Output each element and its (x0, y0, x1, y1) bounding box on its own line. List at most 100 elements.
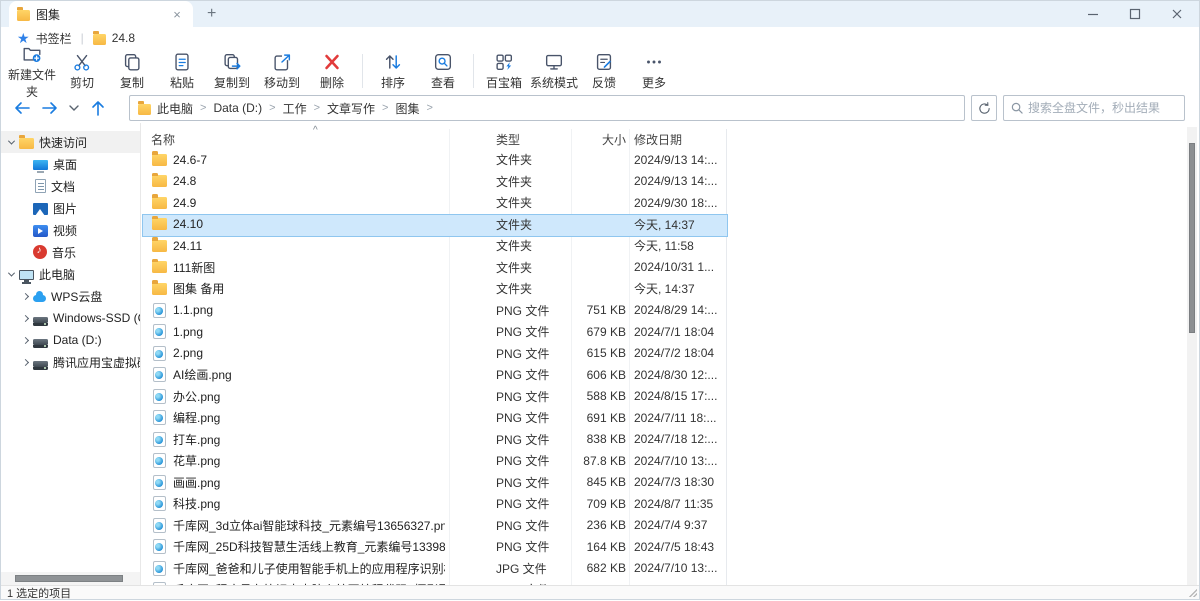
file-size: 236 KB (571, 518, 626, 532)
tab-bar: 图集 × + (1, 1, 1199, 27)
file-date: 2024/7/5 18:43 (634, 540, 714, 554)
breadcrumb-separator-icon: > (314, 102, 320, 114)
image-file-icon (151, 367, 167, 383)
chevron-down-icon[interactable] (8, 269, 15, 276)
column-header-date[interactable]: 修改日期 (634, 131, 682, 148)
sidebar-scrollbar-thumb[interactable] (15, 575, 123, 582)
cut-icon (71, 51, 93, 73)
breadcrumb[interactable]: 此电脑>Data (D:)>工作>文章写作>图集> (129, 95, 965, 121)
sort-ascending-icon[interactable]: ^ (313, 125, 318, 136)
toolbar-button-copy[interactable]: 复制 (107, 50, 157, 92)
toolbar-button-label: 查看 (431, 74, 455, 91)
sidebar-item-文档[interactable]: 文档 (1, 175, 140, 197)
toolbar-button-system-mode[interactable]: 系统模式 (529, 50, 579, 92)
maximize-button[interactable] (1121, 3, 1149, 25)
file-list-vertical-scrollbar[interactable] (1187, 127, 1197, 585)
file-row[interactable]: 办公.pngPNG 文件588 KB2024/8/15 17:... (141, 386, 1199, 408)
toolbar-button-more[interactable]: 更多 (629, 50, 679, 92)
file-row[interactable]: 1.pngPNG 文件679 KB2024/7/1 18:04 (141, 321, 1199, 343)
file-row[interactable]: 24.9文件夹2024/9/30 18:... (141, 192, 1199, 214)
minimize-button[interactable] (1079, 3, 1107, 25)
toolbar-button-toolbox[interactable]: 百宝箱 (479, 50, 529, 92)
chevron-right-icon[interactable] (22, 292, 29, 299)
toolbar-button-move-to[interactable]: 移动到 (257, 50, 307, 92)
toolbar-button-sort[interactable]: 排序 (368, 50, 418, 92)
file-date: 2024/8/29 14:... (634, 303, 717, 317)
file-row[interactable]: 千库网_3d立体ai智能球科技_元素编号13656327.pngPNG 文件23… (141, 515, 1199, 537)
file-row[interactable]: 24.8文件夹2024/9/13 14:... (141, 171, 1199, 193)
file-type: PNG 文件 (496, 517, 549, 534)
sidebar-item-此电脑[interactable]: 此电脑 (1, 263, 140, 285)
file-row[interactable]: 画画.pngPNG 文件845 KB2024/7/3 18:30 (141, 472, 1199, 494)
breadcrumb-segment[interactable]: Data (D:) (213, 101, 262, 115)
computer-icon (19, 270, 34, 280)
toolbar-button-cut[interactable]: 剪切 (57, 50, 107, 92)
bookmark-item-24-8[interactable]: 24.8 (112, 31, 135, 45)
column-header-size[interactable]: 大小 (571, 131, 626, 148)
back-icon[interactable] (11, 97, 33, 119)
file-date: 2024/7/11 18:... (634, 583, 717, 585)
sidebar-item-视频[interactable]: 视频 (1, 219, 140, 241)
file-row[interactable]: 24.6-7文件夹2024/9/13 14:... (141, 149, 1199, 171)
bookmark-bar: ★ 书签栏 | 24.8 (1, 27, 1199, 49)
image-file-icon (151, 388, 167, 404)
file-row-selected[interactable]: 24.10文件夹今天, 14:37 (141, 214, 1199, 236)
new-tab-button[interactable]: + (207, 1, 216, 27)
file-name: 1.1.png (173, 303, 445, 317)
sidebar-item-图片[interactable]: 图片 (1, 197, 140, 219)
column-header-name[interactable]: 名称 (151, 131, 175, 148)
file-row[interactable]: 科技.pngPNG 文件709 KB2024/8/7 11:35 (141, 493, 1199, 515)
sidebar-item-WPS云盘[interactable]: WPS云盘 (1, 285, 140, 307)
file-type: 文件夹 (496, 216, 532, 233)
search-input[interactable] (1028, 101, 1177, 115)
tab-gallery[interactable]: 图集 × (9, 1, 193, 27)
file-row[interactable]: 花草.pngPNG 文件87.8 KB2024/7/10 13:... (141, 450, 1199, 472)
toolbar-button-paste[interactable]: 粘贴 (157, 50, 207, 92)
file-row[interactable]: 图集 备用文件夹今天, 14:37 (141, 278, 1199, 300)
refresh-button[interactable] (971, 95, 997, 121)
chevron-right-icon[interactable] (22, 358, 29, 365)
chevron-placeholder (23, 184, 28, 189)
history-dropdown-icon[interactable] (67, 97, 81, 119)
breadcrumb-segment[interactable]: 图集 (395, 100, 419, 117)
toolbar-button-view[interactable]: 查看 (418, 50, 468, 92)
chevron-right-icon[interactable] (22, 314, 29, 321)
file-row[interactable]: 千库网_爸爸和儿子使用智能手机上的应用程序识别植物。_摄影图编号1841217.… (141, 558, 1199, 580)
up-icon[interactable] (87, 97, 109, 119)
sidebar-item-音乐[interactable]: 音乐 (1, 241, 140, 263)
sidebar-item-桌面[interactable]: 桌面 (1, 153, 140, 175)
file-row[interactable]: 2.pngPNG 文件615 KB2024/7/2 18:04 (141, 343, 1199, 365)
file-date: 2024/10/31 1... (634, 260, 714, 274)
column-header-type[interactable]: 类型 (496, 131, 520, 148)
file-list-scrollbar-thumb[interactable] (1189, 143, 1195, 333)
close-button[interactable] (1163, 3, 1191, 25)
file-size: 838 KB (571, 432, 626, 446)
toolbar-button-new-folder[interactable]: 新建文件夹 (7, 50, 57, 92)
sidebar-item-腾讯应用宝虚拟磁盘 (T:[interactable]: 腾讯应用宝虚拟磁盘 (T: (1, 351, 140, 373)
file-row[interactable]: 1.1.pngPNG 文件751 KB2024/8/29 14:... (141, 300, 1199, 322)
sidebar-item-Windows-SSD (C:)[interactable]: Windows-SSD (C:) (1, 307, 140, 329)
file-name: 1.png (173, 325, 445, 339)
toolbar-button-feedback[interactable]: 反馈 (579, 50, 629, 92)
file-row[interactable]: 编程.pngPNG 文件691 KB2024/7/11 18:... (141, 407, 1199, 429)
sidebar-item-快速访问[interactable]: 快速访问 (1, 131, 140, 153)
image-file-icon (151, 410, 167, 426)
chevron-down-icon[interactable] (8, 137, 15, 144)
file-row[interactable]: AI绘画.pngPNG 文件606 KB2024/8/30 12:... (141, 364, 1199, 386)
tab-close-icon[interactable]: × (169, 7, 185, 22)
chevron-right-icon[interactable] (22, 336, 29, 343)
forward-icon[interactable] (39, 97, 61, 119)
file-row[interactable]: 打车.pngPNG 文件838 KB2024/7/18 12:... (141, 429, 1199, 451)
toolbar-button-copy-to[interactable]: 复制到 (207, 50, 257, 92)
resize-grip[interactable] (1189, 589, 1197, 597)
breadcrumb-segment[interactable]: 工作 (283, 100, 307, 117)
sidebar-horizontal-scrollbar[interactable] (1, 572, 140, 585)
toolbar-button-delete[interactable]: 删除 (307, 50, 357, 92)
file-row[interactable]: 千库网_25D科技智慧生活线上教育_元素编号13398121.pngPNG 文件… (141, 536, 1199, 558)
sidebar-item-Data (D:)[interactable]: Data (D:) (1, 329, 140, 351)
search-box[interactable] (1003, 95, 1185, 121)
file-row[interactable]: 111新图文件夹2024/10/31 1... (141, 257, 1199, 279)
breadcrumb-segment[interactable]: 此电脑 (157, 100, 193, 117)
breadcrumb-segment[interactable]: 文章写作 (327, 100, 375, 117)
file-row[interactable]: 24.11文件夹今天, 11:58 (141, 235, 1199, 257)
